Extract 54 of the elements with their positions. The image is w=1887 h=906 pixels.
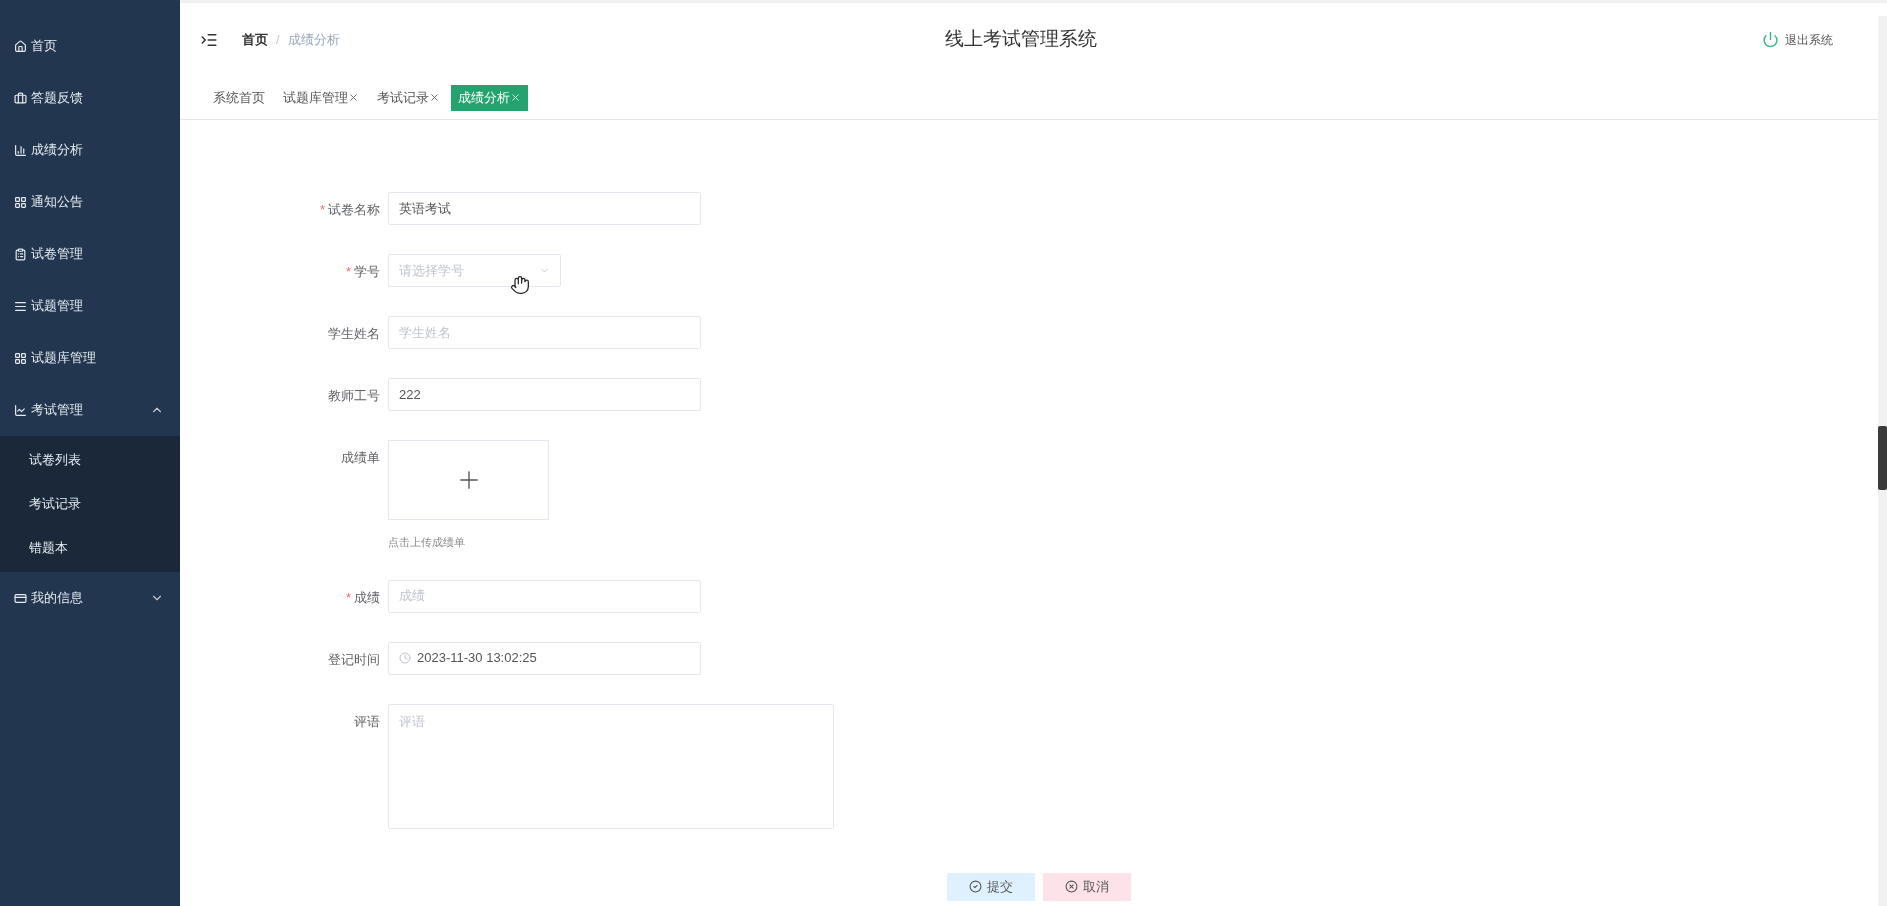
submenu-item[interactable]: 错题本 <box>0 526 180 570</box>
menu-icon <box>14 351 27 365</box>
tab[interactable]: 系统首页 <box>206 84 272 111</box>
menu-icon <box>14 91 27 105</box>
menu-icon <box>14 591 27 605</box>
clock-icon <box>399 652 411 664</box>
submenu-item[interactable]: 试卷列表 <box>0 438 180 482</box>
sidebar-item[interactable]: 试题库管理 <box>0 332 180 384</box>
close-icon <box>510 92 521 103</box>
menu-icon <box>14 403 27 417</box>
logout-button[interactable]: 退出系统 <box>1762 30 1833 49</box>
field-label: * 学号 <box>345 263 380 281</box>
sidebar-item[interactable]: 答题反馈 <box>0 72 180 124</box>
field-label: * 成绩 <box>345 588 380 607</box>
close-icon <box>429 92 440 103</box>
breadcrumb-item[interactable]: 首页 <box>242 29 268 50</box>
field-label: 学生姓名 <box>328 325 380 343</box>
submenu-item[interactable]: 考试记录 <box>0 482 180 526</box>
field-label: * 试卷名称 <box>319 201 380 219</box>
datetime-field[interactable]: 2023-11-30 13:02:25 <box>388 641 701 675</box>
tab[interactable]: 试题库管理 <box>276 84 366 111</box>
field-label: 教师工号 <box>328 387 380 405</box>
field-label: 成绩单 <box>341 449 380 467</box>
menu-icon <box>14 299 27 313</box>
input-field[interactable]: 英语考试 <box>388 192 701 225</box>
field-label: 登记时间 <box>328 650 380 669</box>
menu-icon <box>14 247 27 261</box>
menu-icon <box>14 39 27 53</box>
close-circle-icon <box>1064 880 1078 893</box>
input-field[interactable]: 222 <box>388 378 701 411</box>
sidebar-item[interactable]: 试题管理 <box>0 280 180 332</box>
check-circle-icon <box>968 880 982 893</box>
menu-icon <box>14 143 27 157</box>
system-title: 线上考试管理系统 <box>944 27 1097 52</box>
close-icon <box>348 92 359 103</box>
upload-box[interactable] <box>388 440 549 520</box>
sidebar-item[interactable]: 试卷管理 <box>0 228 180 280</box>
field-label: 评语 <box>354 712 380 731</box>
power-icon <box>1762 31 1779 48</box>
sidebar-item[interactable]: 考试管理 <box>0 384 180 436</box>
upload-hint: 点击上传成绩单 <box>388 535 466 550</box>
cancel-button[interactable]: 取消 <box>1042 872 1131 901</box>
sidebar-item[interactable]: 成绩分析 <box>0 124 180 176</box>
sidebar-item[interactable]: 通知公告 <box>0 176 180 228</box>
sidebar-item[interactable]: 我的信息 <box>0 572 180 624</box>
breadcrumb-separator: / <box>276 30 280 49</box>
hand-cursor-icon <box>510 274 530 296</box>
submit-button[interactable]: 提交 <box>946 872 1035 901</box>
tab[interactable]: 考试记录 <box>370 84 447 111</box>
sidebar-item[interactable]: 首页 <box>0 20 180 72</box>
breadcrumb-item: 成绩分析 <box>287 30 340 49</box>
menu-icon <box>14 195 27 209</box>
scrollbar-thumb[interactable] <box>1878 426 1887 490</box>
scrollbar[interactable] <box>1878 16 1887 906</box>
